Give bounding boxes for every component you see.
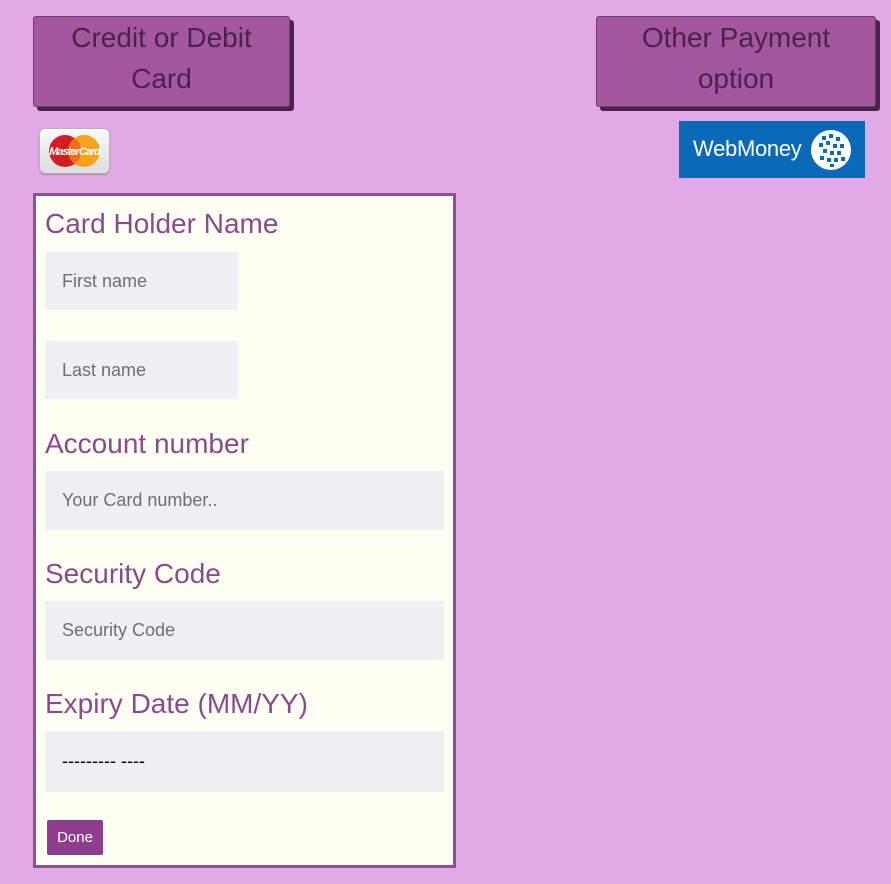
- last-name-input[interactable]: [45, 341, 238, 399]
- card-number-input[interactable]: [45, 471, 444, 530]
- expiry-date-label: Expiry Date (MM/YY): [45, 688, 308, 719]
- account-number-label: Account number: [45, 428, 249, 459]
- webmoney-logo[interactable]: WebMoney: [679, 121, 865, 178]
- mastercard-logo: MasterCard: [39, 128, 110, 174]
- security-code-input[interactable]: [45, 601, 444, 660]
- mastercard-icon: MasterCard: [49, 135, 102, 167]
- webmoney-globe-icon: [811, 130, 851, 170]
- webmoney-logo-text: WebMoney: [693, 136, 802, 161]
- credit-debit-card-button[interactable]: Credit or Debit Card: [33, 16, 290, 107]
- mastercard-logo-text: MasterCard: [49, 146, 101, 158]
- security-code-label: Security Code: [45, 558, 221, 589]
- other-payment-option-button[interactable]: Other Payment option: [596, 16, 876, 107]
- card-holder-name-label: Card Holder Name: [45, 208, 279, 239]
- card-payment-form: Card Holder Name Account number Security…: [33, 193, 456, 868]
- expiry-date-input[interactable]: [45, 731, 444, 792]
- done-button[interactable]: Done: [47, 820, 103, 855]
- first-name-input[interactable]: [45, 252, 238, 310]
